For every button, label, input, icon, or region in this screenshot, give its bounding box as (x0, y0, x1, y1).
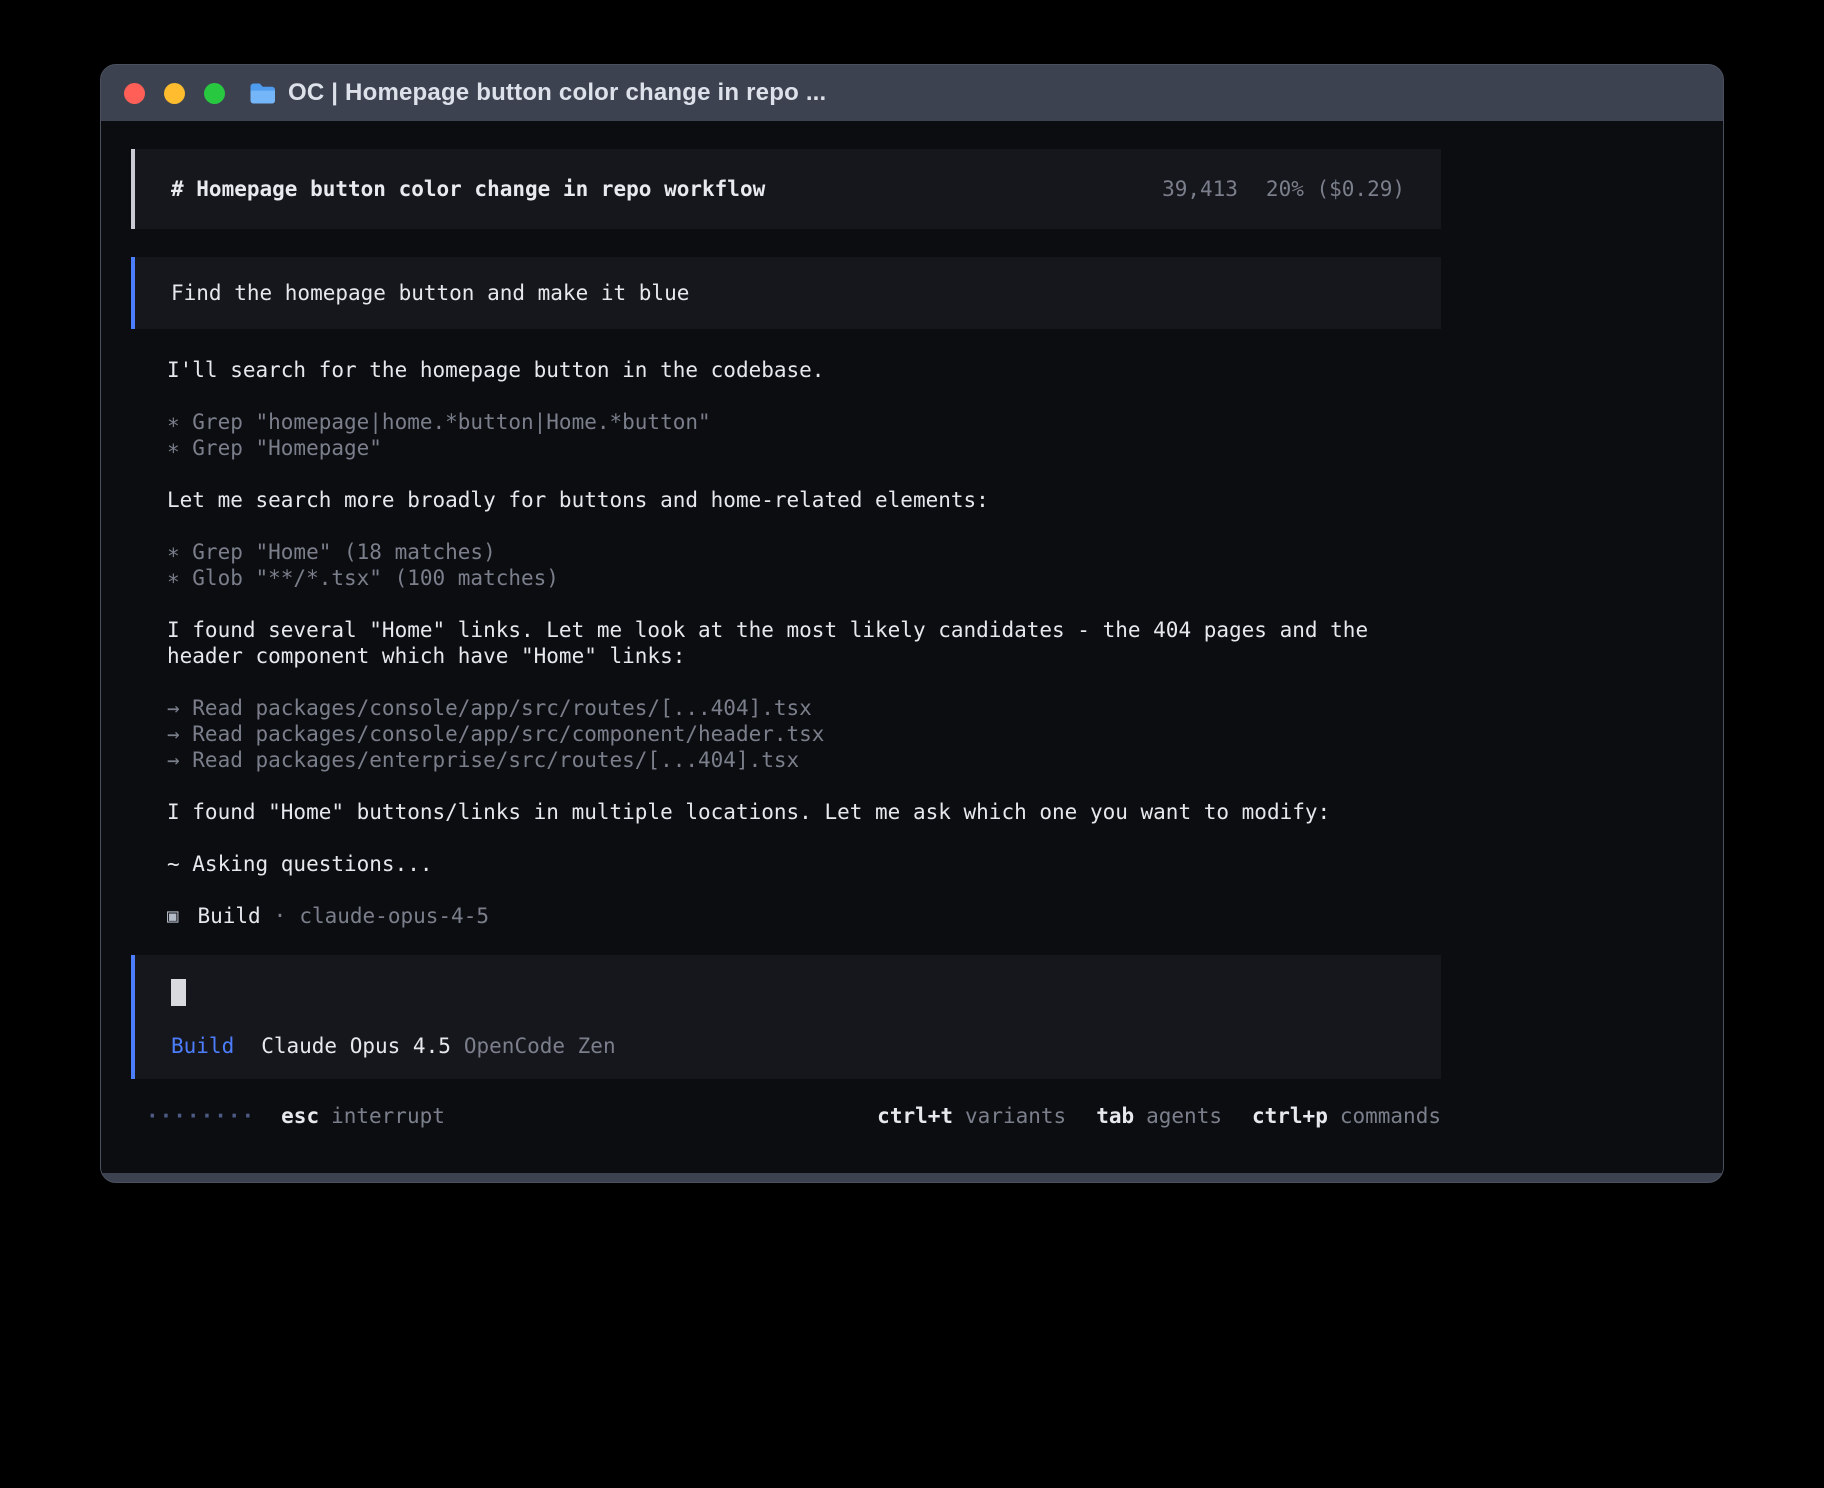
input-mode-label: Build (171, 1033, 234, 1059)
tool-call-group: ∗ Grep "homepage|home.*button|Home.*butt… (167, 409, 1405, 461)
variants-label: variants (965, 1103, 1066, 1129)
input-provider-label: OpenCode Zen (464, 1033, 616, 1059)
tool-call-read: → Read packages/enterprise/src/routes/[.… (167, 747, 1405, 773)
session-title: # Homepage button color change in repo w… (171, 176, 765, 202)
token-count: 39,413 (1162, 176, 1238, 202)
user-message-text: Find the homepage button and make it blu… (171, 281, 689, 305)
tool-call-grep: ∗ Grep "Homepage" (167, 435, 1405, 461)
context-usage: 20% ($0.29) (1266, 176, 1405, 202)
close-button[interactable] (124, 83, 145, 104)
tool-call-read: → Read packages/console/app/src/routes/[… (167, 695, 1405, 721)
agent-separator: · (274, 903, 287, 929)
commands-hint: ctrl+p commands (1252, 1103, 1441, 1129)
assistant-message: I found several "Home" links. Let me loo… (167, 617, 1405, 669)
agents-hint: tab agents (1096, 1103, 1222, 1129)
window-title: OC | Homepage button color change in rep… (288, 79, 826, 107)
shortcut-hints: ctrl+t variants tab agents ctrl+p comman… (877, 1103, 1441, 1129)
terminal-window: OC | Homepage button color change in rep… (100, 64, 1724, 1183)
esc-key: esc (281, 1103, 319, 1129)
input-model-label: Claude Opus 4.5 (261, 1033, 451, 1059)
agents-label: agents (1146, 1103, 1222, 1129)
ctrl-p-key: ctrl+p (1252, 1103, 1328, 1129)
agent-model: claude-opus-4-5 (299, 903, 489, 929)
tool-call-group: → Read packages/console/app/src/routes/[… (167, 695, 1405, 773)
assistant-transcript: I'll search for the homepage button in t… (131, 357, 1441, 929)
input-cursor (171, 979, 186, 1006)
tool-call-grep: ∗ Grep "homepage|home.*button|Home.*butt… (167, 409, 1405, 435)
window-titlebar[interactable]: OC | Homepage button color change in rep… (101, 65, 1723, 121)
tab-key: tab (1096, 1103, 1134, 1129)
tool-call-group: ∗ Grep "Home" (18 matches) ∗ Glob "**/*.… (167, 539, 1405, 591)
zoom-button[interactable] (204, 83, 225, 104)
assistant-message: I'll search for the homepage button in t… (167, 357, 1405, 383)
variants-hint: ctrl+t variants (877, 1103, 1066, 1129)
commands-label: commands (1340, 1103, 1441, 1129)
assistant-message: I found "Home" buttons/links in multiple… (167, 799, 1405, 825)
tool-call-glob: ∗ Glob "**/*.tsx" (100 matches) (167, 565, 1405, 591)
ctrl-t-key: ctrl+t (877, 1103, 953, 1129)
session-stats: 39,413 20% ($0.29) (1162, 176, 1405, 202)
tool-call-grep: ∗ Grep "Home" (18 matches) (167, 539, 1405, 565)
agent-status-line: ▣ Build · claude-opus-4-5 (167, 903, 1405, 929)
interrupt-label: interrupt (331, 1103, 445, 1129)
folder-icon (249, 82, 276, 104)
agent-icon: ▣ (167, 903, 178, 929)
assistant-message: Let me search more broadly for buttons a… (167, 487, 1405, 513)
title-group: OC | Homepage button color change in rep… (249, 79, 826, 107)
traffic-lights (124, 83, 225, 104)
user-message: Find the homepage button and make it blu… (131, 257, 1441, 329)
session-header: # Homepage button color change in repo w… (131, 149, 1441, 229)
interrupt-hint: esc interrupt (281, 1103, 445, 1129)
agent-name: Build (197, 903, 260, 929)
terminal-body: # Homepage button color change in repo w… (101, 121, 1723, 1173)
working-spinner: ········ (146, 1103, 255, 1129)
tool-call-read: → Read packages/console/app/src/componen… (167, 721, 1405, 747)
status-bar: ········ esc interrupt ctrl+t variants t… (131, 1103, 1441, 1129)
input-footer: Build Claude Opus 4.5 OpenCode Zen (171, 1033, 1405, 1059)
minimize-button[interactable] (164, 83, 185, 104)
prompt-input[interactable]: Build Claude Opus 4.5 OpenCode Zen (131, 955, 1441, 1079)
working-status: ~ Asking questions... (167, 851, 1405, 877)
